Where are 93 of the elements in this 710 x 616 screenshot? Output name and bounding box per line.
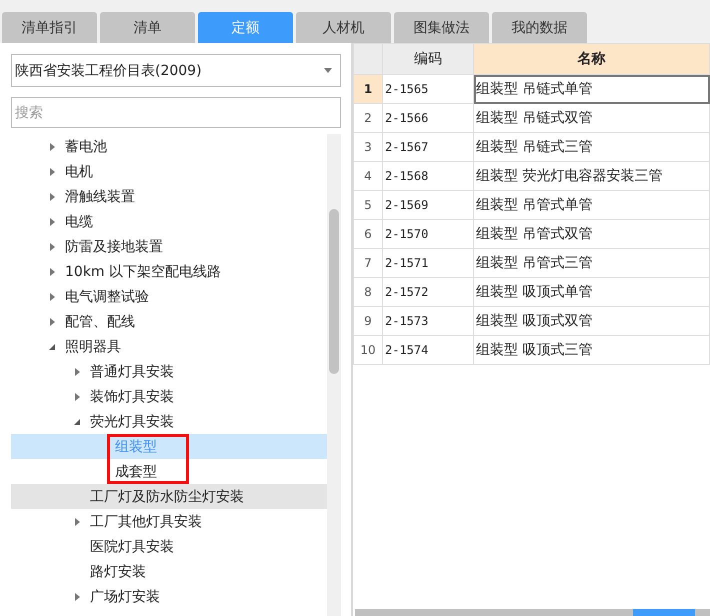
tree-item[interactable]: 滑触线装置 xyxy=(11,184,327,209)
table-cell: 2-1569 xyxy=(382,190,474,220)
tab[interactable]: 图集做法 xyxy=(394,12,489,43)
tree-item[interactable]: 工厂灯及防水防尘灯安装 xyxy=(11,484,327,509)
row-number[interactable]: 9 xyxy=(354,306,382,336)
tree-item-label: 滑触线装置 xyxy=(65,188,135,206)
expand-arrow-icon[interactable] xyxy=(47,192,57,202)
tree-item-label: 配管、配线 xyxy=(65,312,135,330)
tree-item[interactable]: 成套型 xyxy=(11,459,327,484)
tree-item[interactable]: 电气调整试验 xyxy=(11,284,327,309)
row-number[interactable]: 2 xyxy=(354,104,382,132)
table-cell: 2-1566 xyxy=(382,104,474,132)
expand-arrow-icon[interactable] xyxy=(72,392,82,402)
tab[interactable]: 清单 xyxy=(100,12,195,43)
table-cell: 2-1573 xyxy=(382,306,474,336)
tree-item[interactable]: 路灯安装 xyxy=(11,559,327,584)
horizontal-scrollbar[interactable] xyxy=(355,609,710,616)
tree-item-label: 蓄电池 xyxy=(65,138,107,156)
expand-arrow-icon[interactable] xyxy=(47,216,57,226)
tree-item[interactable]: 配管、配线 xyxy=(11,309,327,334)
tree-item-label: 防雷及接地装置 xyxy=(65,238,163,256)
table-cell: 2-1572 xyxy=(382,278,474,306)
table-cell: 2-1574 xyxy=(382,336,474,364)
table-cell: 组装型 吊链式三管 xyxy=(474,132,710,162)
library-dropdown[interactable]: 陕西省安装工程价目表(2009) xyxy=(11,54,341,87)
tree-item[interactable]: 荧光灯具安装 xyxy=(11,409,327,434)
tree-item[interactable]: 10km 以下架空配电线路 xyxy=(11,259,327,284)
expand-arrow-icon[interactable] xyxy=(47,142,57,152)
table-cell: 组装型 吊管式双管 xyxy=(474,220,710,248)
tree-item-label: 广场灯安装 xyxy=(90,588,160,606)
table-cell: 2-1567 xyxy=(382,132,474,162)
table-cell: 2-1570 xyxy=(382,220,474,248)
expand-arrow-icon[interactable] xyxy=(47,292,57,302)
tree-item-label: 荧光灯具安装 xyxy=(90,412,174,430)
expand-arrow-icon[interactable] xyxy=(72,366,82,376)
tree-item[interactable]: 工厂其他灯具安装 xyxy=(11,509,327,534)
tree-item[interactable]: 装饰灯具安装 xyxy=(11,384,327,409)
column-header[interactable]: 编码 xyxy=(382,44,474,74)
table-cell: 组装型 吊管式单管 xyxy=(474,190,710,220)
table-cell: 2-1565 xyxy=(382,74,474,104)
tree-item-label: 医院灯具安装 xyxy=(90,538,174,556)
tab[interactable]: 清单指引 xyxy=(2,12,97,43)
collapse-arrow-icon[interactable] xyxy=(47,342,57,352)
tree-item[interactable]: 电缆 xyxy=(11,209,327,234)
row-number[interactable]: 4 xyxy=(354,162,382,190)
tree-item-label: 工厂其他灯具安装 xyxy=(90,512,202,530)
expand-arrow-icon[interactable] xyxy=(47,266,57,276)
tree-item-label: 电气调整试验 xyxy=(65,288,149,306)
expand-arrow-icon[interactable] xyxy=(47,166,57,176)
tree-item-label: 10km 以下架空配电线路 xyxy=(65,262,222,280)
tree-item-label: 路灯安装 xyxy=(90,562,146,580)
caret-icon xyxy=(324,68,332,73)
tree-item-label: 工厂灯及防水防尘灯安装 xyxy=(90,488,244,506)
tree-item[interactable]: 蓄电池 xyxy=(11,134,327,159)
table-cell: 组装型 吊管式三管 xyxy=(474,248,710,278)
table-cell: 组装型 吊链式单管 xyxy=(474,74,710,104)
tree-item[interactable]: 电机 xyxy=(11,159,327,184)
table-cell: 组装型 荧光灯电容器安装三管 xyxy=(474,162,710,190)
table-cell: 组装型 吸顶式双管 xyxy=(474,306,710,336)
table-cell: 组装型 吸顶式三管 xyxy=(474,336,710,364)
tree-item-label: 普通灯具安装 xyxy=(90,362,174,380)
table-cell: 2-1571 xyxy=(382,248,474,278)
tab[interactable]: 我的数据 xyxy=(492,12,587,43)
table-cell: 2-1568 xyxy=(382,162,474,190)
row-number[interactable]: 1 xyxy=(354,74,382,104)
row-number[interactable]: 10 xyxy=(354,336,382,364)
collapse-arrow-icon[interactable] xyxy=(72,416,82,426)
row-number[interactable]: 5 xyxy=(354,190,382,220)
tree-item[interactable]: 医院灯具安装 xyxy=(11,534,327,559)
column-header[interactable]: 名称 xyxy=(474,44,710,74)
tree-item-label: 电缆 xyxy=(65,212,93,230)
tree-item-label: 照明器具 xyxy=(65,338,121,356)
tree-item[interactable]: 照明器具 xyxy=(11,334,327,359)
row-number[interactable]: 6 xyxy=(354,220,382,248)
search-field[interactable]: 搜索 xyxy=(11,97,341,128)
expand-arrow-icon[interactable] xyxy=(72,592,82,602)
tab[interactable]: 人材机 xyxy=(296,12,391,43)
tree-item[interactable]: 防雷及接地装置 xyxy=(11,234,327,259)
expand-arrow-icon[interactable] xyxy=(72,516,82,526)
tree-item-label: 成套型 xyxy=(115,462,157,480)
vertical-scrollbar[interactable] xyxy=(327,134,341,616)
table-cell: 组装型 吊链式双管 xyxy=(474,104,710,132)
row-number[interactable]: 3 xyxy=(354,132,382,162)
row-number[interactable]: 7 xyxy=(354,248,382,278)
tree-item-label: 组装型 xyxy=(115,438,157,456)
row-number[interactable]: 8 xyxy=(354,278,382,306)
tree-item-label: 电机 xyxy=(65,162,93,180)
tree-item[interactable]: 普通灯具安装 xyxy=(11,359,327,384)
tree-item-label: 装饰灯具安装 xyxy=(90,388,174,406)
expand-arrow-icon[interactable] xyxy=(47,316,57,326)
tree-item[interactable]: 广场灯安装 xyxy=(11,584,327,609)
expand-arrow-icon[interactable] xyxy=(47,242,57,252)
table-cell: 组装型 吸顶式单管 xyxy=(474,278,710,306)
